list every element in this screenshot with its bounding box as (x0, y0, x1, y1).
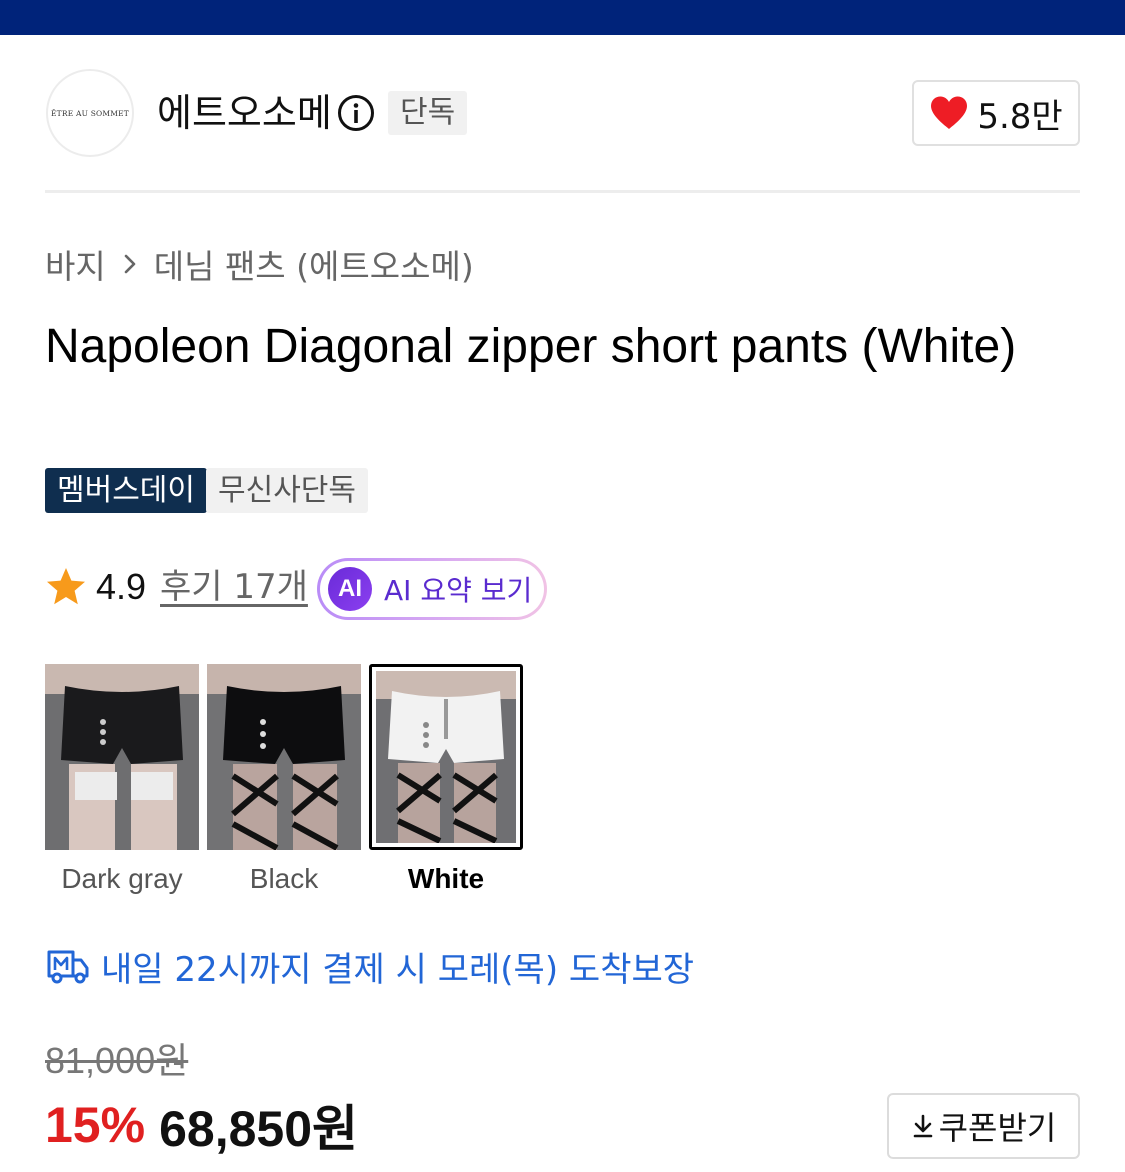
star-icon (47, 568, 85, 605)
like-button[interactable]: 5.8만 (912, 80, 1080, 146)
coupon-label: 쿠폰받기 (938, 1109, 1057, 1147)
section-divider (45, 190, 1080, 193)
like-count: 5.8만 (977, 96, 1063, 137)
coupon-download-button[interactable]: 쿠폰받기 (887, 1093, 1080, 1159)
original-price: 81,000원 (45, 1040, 189, 1081)
delivery-truck-icon (47, 950, 89, 984)
breadcrumb-item-denim-pants[interactable]: 데님 팬츠 (에트오소메) (154, 240, 474, 288)
breadcrumb: 바지 데님 팬츠 (에트오소메) (45, 242, 474, 286)
white-shorts-image (369, 664, 523, 850)
rating-value: 4.9 (96, 566, 147, 607)
product-title: Napoleon Diagonal zipper short pants (Wh… (45, 320, 1017, 373)
dark-gray-shorts-image (45, 664, 199, 850)
discount-rate: 15% (45, 1097, 146, 1153)
breadcrumb-item-pants[interactable]: 바지 (45, 240, 106, 288)
color-option-dark-gray[interactable] (45, 664, 199, 850)
color-option-black[interactable] (207, 664, 361, 850)
black-shorts-image (207, 664, 361, 850)
brand-name[interactable]: 에트오소메 (157, 90, 332, 136)
heart-icon (931, 96, 968, 129)
top-app-bar (0, 0, 1125, 35)
price-row: 15% 68,850원 (45, 1094, 358, 1157)
color-option-label-selected: White (407, 863, 485, 894)
delivery-guarantee: 내일 22시까지 결제 시 모레(목) 도착보장 (45, 944, 695, 990)
brand-logo[interactable]: ÊTRE AU SOMMET (46, 69, 134, 157)
ai-icon: AI (328, 567, 372, 611)
members-day-tag: 멤버스데이 (45, 468, 207, 513)
delivery-text: 내일 22시까지 결제 시 모레(목) 도착보장 (101, 949, 695, 990)
color-option-label: Dark gray (61, 863, 183, 894)
musinsa-exclusive-tag: 무신사단독 (206, 468, 368, 513)
chevron-right-icon (124, 254, 136, 274)
color-option-label: Black (249, 863, 319, 894)
brand-exclusive-badge: 단독 (388, 91, 468, 135)
reviews-link[interactable]: 후기 17개 (160, 566, 308, 608)
ai-summary-button[interactable]: AI AI 요약 보기 (317, 558, 547, 620)
brand-logo-text: ÊTRE AU SOMMET (50, 108, 130, 118)
sale-price: 68,850원 (159, 1101, 359, 1157)
color-option-white[interactable] (369, 664, 523, 850)
ai-summary-label: AI 요약 보기 (384, 574, 533, 607)
download-icon (913, 1114, 932, 1138)
info-icon[interactable] (337, 94, 375, 132)
